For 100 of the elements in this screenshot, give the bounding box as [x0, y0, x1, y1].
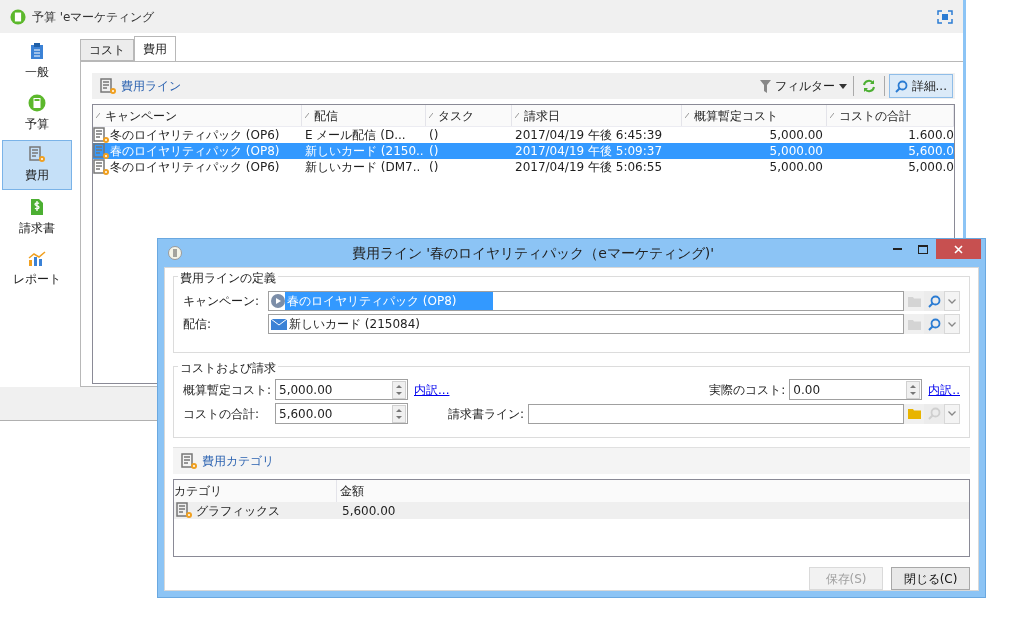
table-cell: 5,000.00 [769, 127, 823, 143]
breakdown-link[interactable]: 内訳.. [928, 380, 960, 399]
chevron-down-icon [948, 411, 956, 416]
table-cell: 冬のロイヤリティパック (OP6) [110, 127, 280, 143]
folder-icon [907, 295, 921, 307]
table-cell: 5,000.00 [769, 143, 823, 159]
clipboard-icon [30, 41, 44, 60]
window-title: 予算 'eマーケティング [32, 8, 155, 26]
envelope-icon [271, 318, 287, 330]
table-cell: 1.600.0 [908, 127, 954, 143]
details-button[interactable]: 詳細... [888, 74, 953, 98]
table-cell: () [429, 127, 439, 143]
spin-buttons[interactable] [392, 380, 406, 399]
dropdown-button[interactable] [944, 403, 960, 424]
sort-icon [830, 113, 834, 118]
minimize-icon [892, 248, 902, 250]
sidebar-item[interactable]: レポート [2, 244, 72, 294]
dropdown-button[interactable] [944, 314, 960, 334]
list-gear-icon [181, 452, 198, 470]
table-cell: 2017/04/19 午後 5:09:37 [515, 143, 663, 159]
group-legend: 費用ラインの定義 [178, 269, 278, 287]
sort-icon [96, 113, 100, 118]
table-cell: 冬のロイヤリティパック (OP6) [110, 159, 280, 175]
sidebar-item[interactable]: 費用 [2, 140, 72, 190]
search-button[interactable] [924, 291, 944, 311]
table-row[interactable]: 冬のロイヤリティパック (OP6) 新しいカード (DM7.. () 2017/04/19 午後 5:06:55 5,000.00 5,000.0 [93, 159, 954, 175]
table-cell: () [429, 159, 439, 175]
app-icon [168, 246, 182, 260]
table-row[interactable]: 冬のロイヤリティパック (OP6) E メール配信 (D... () 2017/04/19 午後 6:45:39 5,000.00 1.600.0 [93, 127, 954, 143]
section-title: 費用カテゴリ [202, 453, 274, 470]
delivery-field[interactable]: 新しいカード (215084) [268, 314, 904, 334]
column-header[interactable]: タスク [426, 105, 512, 126]
sort-icon [685, 113, 689, 118]
chart-icon [28, 250, 46, 267]
dollar-document-icon [30, 197, 44, 216]
table-cell: 2017/04/19 午後 5:06:55 [515, 159, 663, 175]
refresh-icon [861, 79, 876, 93]
column-header[interactable]: 配信 [302, 105, 426, 126]
sidebar-item[interactable]: 請求書 [2, 192, 72, 242]
folder-icon [907, 318, 921, 330]
table-cell: 5,000.00 [769, 159, 823, 175]
sort-icon [515, 113, 519, 118]
group-legend: コストおよび請求 [178, 359, 278, 377]
table-row[interactable]: グラフィックス 5,600.00 [174, 502, 969, 519]
search-icon [927, 407, 941, 420]
column-header[interactable]: 金額 [337, 480, 969, 502]
search-icon [927, 294, 941, 308]
dropdown-button[interactable] [944, 291, 960, 311]
chevron-down-icon [948, 321, 956, 327]
fullscreen-icon [937, 9, 953, 24]
maximize-icon [918, 244, 928, 254]
caret-icon [838, 83, 847, 89]
column-header[interactable]: 概算暫定コスト [682, 105, 827, 126]
table-cell: 春のロイヤリティパック (OP8) [110, 143, 280, 159]
field-label: コストの合計: [183, 405, 261, 423]
filter-button[interactable]: フィルター [757, 75, 849, 97]
sidebar-item[interactable]: 一般 [2, 36, 72, 86]
play-icon [271, 294, 285, 308]
column-header[interactable]: コストの合計 [827, 105, 954, 126]
search-icon [927, 317, 941, 331]
close-icon [954, 244, 963, 254]
table-cell: 5,000.0 [908, 159, 954, 175]
table-cell-text: グラフィックス [196, 502, 280, 520]
sort-icon [305, 113, 309, 118]
table-cell: 5,600.0 [908, 143, 954, 159]
table-cell: 新しいカード (DM7.. [305, 159, 421, 175]
list-gear-icon [28, 146, 46, 163]
invoice-line-field[interactable] [528, 403, 904, 424]
field-label: 概算暫定コスト: [183, 381, 273, 399]
table-cell: () [429, 143, 439, 159]
filter-icon [759, 79, 771, 93]
field-label: キャンペーン: [183, 293, 261, 310]
estimated-cost-field[interactable]: 5,000.00 [275, 379, 408, 400]
table-cell: E メール配信 (D... [305, 127, 406, 143]
actual-cost-field[interactable]: 0.00 [789, 379, 923, 400]
field-label: 実際のコスト: [709, 381, 786, 399]
spin-buttons[interactable] [392, 404, 406, 423]
search-icon [894, 79, 908, 93]
tab[interactable]: 費用 [134, 36, 176, 62]
folder-icon [907, 408, 921, 419]
table-cell: 新しいカード (2150.. [305, 143, 424, 159]
list-gear-icon [100, 77, 117, 95]
field-label: 配信: [183, 316, 213, 333]
table-cell: 2017/04/19 午後 6:45:39 [515, 127, 663, 143]
column-header[interactable]: 請求日 [512, 105, 682, 126]
folder-button[interactable] [904, 403, 924, 424]
calculator-icon [10, 8, 26, 25]
search-button[interactable] [924, 314, 944, 334]
column-header[interactable]: キャンペーン [93, 105, 302, 126]
section-title: 費用ライン [121, 78, 181, 95]
spin-buttons[interactable] [906, 380, 921, 399]
breakdown-link[interactable]: 内訳... [414, 380, 450, 399]
dialog-button[interactable]: 閉じる(C) [891, 567, 970, 590]
total-cost-field[interactable]: 5,600.00 [275, 403, 408, 424]
tab[interactable]: コスト [80, 39, 134, 61]
calculator-icon [28, 93, 46, 112]
sort-icon [429, 113, 433, 118]
field-label: 請求書ライン: [448, 405, 526, 423]
chevron-down-icon [948, 298, 956, 304]
sidebar-item[interactable]: 予算 [2, 88, 72, 138]
